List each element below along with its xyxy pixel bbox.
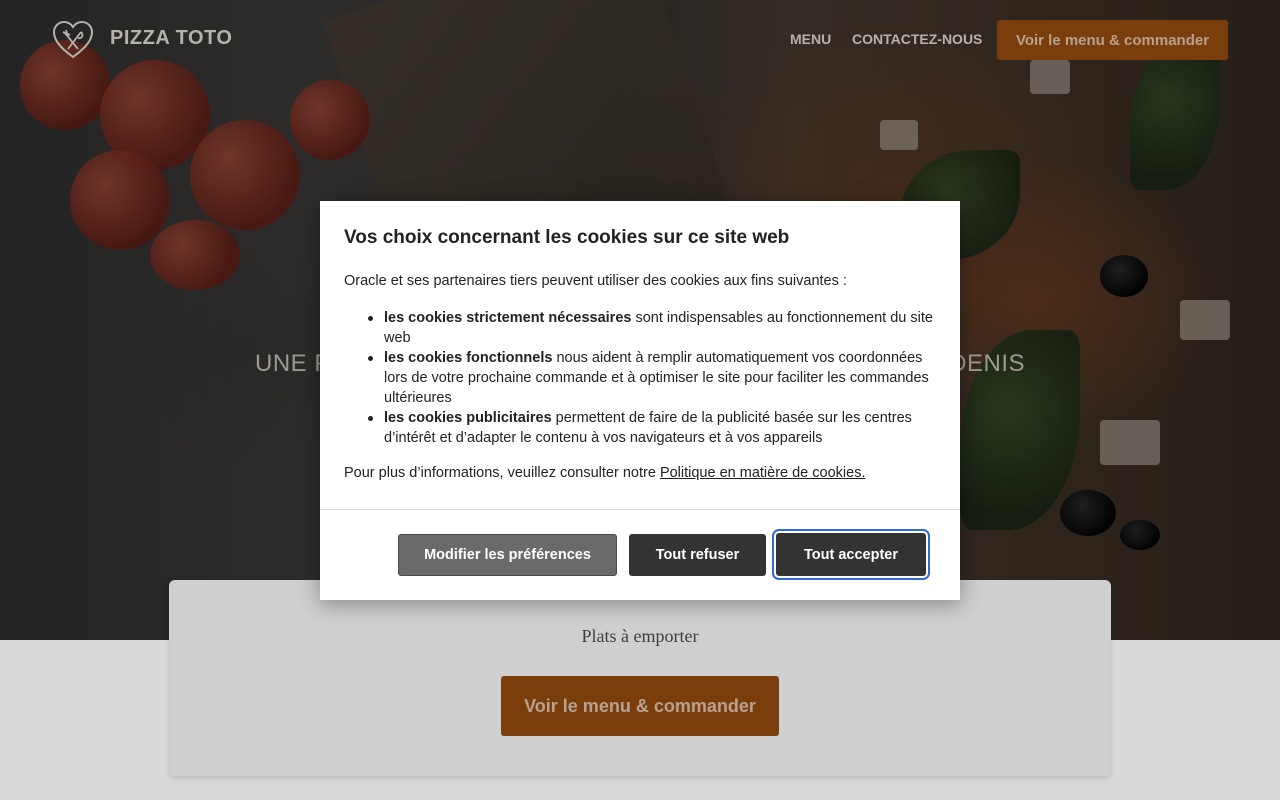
header-order-button[interactable]: Voir le menu & commander bbox=[997, 20, 1228, 60]
card-order-button[interactable]: Voir le menu & commander bbox=[501, 676, 779, 736]
cookie-category-name: les cookies publicitaires bbox=[384, 410, 552, 426]
nav-menu-link[interactable]: MENU bbox=[790, 31, 831, 47]
cookie-category-list: les cookies strictement nécessaires sont… bbox=[344, 308, 940, 448]
cookie-policy-link[interactable]: Politique en matière de cookies. bbox=[660, 465, 866, 481]
cookie-category-necessary: les cookies strictement nécessaires sont… bbox=[344, 308, 940, 348]
fork-knife-heart-icon[interactable] bbox=[52, 20, 94, 60]
takeaway-title: Plats à emporter bbox=[581, 626, 699, 646]
nav-contact-link[interactable]: CONTACTEZ-NOUS bbox=[852, 31, 982, 47]
cookie-category-name: les cookies fonctionnels bbox=[384, 350, 553, 366]
cookie-more-info: Pour plus d’informations, veuillez consu… bbox=[344, 465, 865, 481]
brand-name[interactable]: PIZZA TOTO bbox=[110, 27, 232, 50]
cookie-dialog-intro: Oracle et ses partenaires tiers peuvent … bbox=[344, 273, 847, 289]
cookie-category-advertising: les cookies publicitaires permettent de … bbox=[344, 408, 940, 448]
accept-all-button[interactable]: Tout accepter bbox=[776, 533, 926, 576]
hero-tagline-right: DENIS bbox=[949, 350, 1025, 377]
cookie-consent-dialog: Vos choix concernant les cookies sur ce … bbox=[320, 201, 960, 600]
refuse-all-button[interactable]: Tout refuser bbox=[629, 534, 766, 576]
cookie-category-name: les cookies strictement nécessaires bbox=[384, 310, 632, 326]
modify-preferences-button[interactable]: Modifier les préférences bbox=[398, 534, 617, 576]
site-header: PIZZA TOTO MENU CONTACTEZ-NOUS Voir le m… bbox=[0, 0, 1280, 80]
cookie-more-info-text: Pour plus d’informations, veuillez consu… bbox=[344, 465, 660, 481]
cookie-dialog-title: Vos choix concernant les cookies sur ce … bbox=[344, 227, 790, 248]
takeaway-card: Plats à emporter Voir le menu & commande… bbox=[169, 580, 1111, 776]
dialog-divider bbox=[320, 509, 960, 510]
cookie-category-functional: les cookies fonctionnels nous aident à r… bbox=[344, 348, 940, 408]
